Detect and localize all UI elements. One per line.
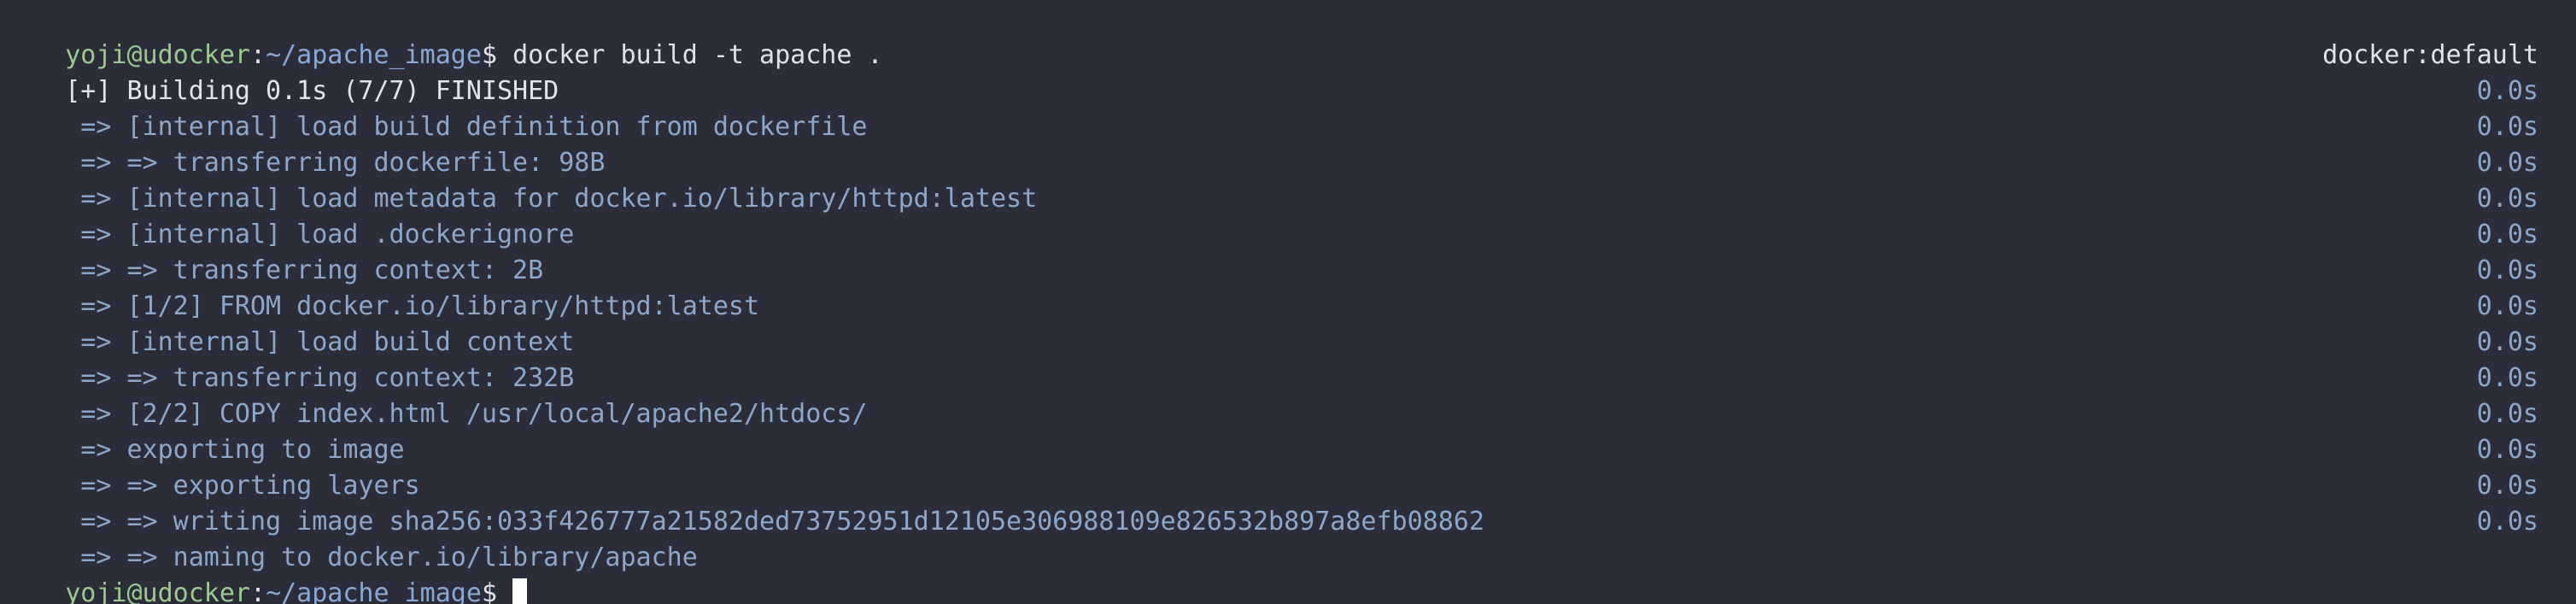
build-step-line: => exporting to image 0.0s xyxy=(0,396,2576,465)
prompt-user-host: yoji@udocker xyxy=(65,578,250,604)
build-step-time: 0.0s xyxy=(2476,76,2538,106)
build-step-line: => => transferring context: 232B 0.0s xyxy=(0,325,2576,393)
prompt-separator: : xyxy=(250,578,266,604)
build-step-line: => [2/2] COPY index.html /usr/local/apac… xyxy=(0,361,2576,429)
build-step-line: => [internal] load build definition from… xyxy=(0,73,2576,142)
build-step-line: => => transferring dockerfile: 98B 0.0s xyxy=(0,109,2576,178)
build-step-time: 0.0s xyxy=(2476,255,2538,285)
build-step-time: 0.0s xyxy=(2476,471,2538,501)
build-step-time: 0.0s xyxy=(2476,220,2538,249)
active-prompt-line[interactable]: yoji@udocker:~/apache_image$ xyxy=(0,540,2576,604)
build-step-time: 0.0s xyxy=(2476,435,2538,465)
build-step-line: => => writing image sha256:033f426777a21… xyxy=(0,468,2576,537)
build-step-time: 0.0s xyxy=(2476,363,2538,393)
build-step-line: => [internal] load metadata for docker.i… xyxy=(0,145,2576,214)
build-step-line: => => transferring context: 2B 0.0s xyxy=(0,217,2576,285)
command-line: yoji@udocker:~/apache_image$ docker buil… xyxy=(0,2,2576,70)
build-step-line: => [1/2] FROM docker.io/library/httpd:la… xyxy=(0,253,2576,321)
prompt-path: ~/apache_image xyxy=(266,578,482,604)
build-context: docker:default xyxy=(2322,40,2538,70)
build-status-line: [+] Building 0.1s (7/7) FINISHED docker:… xyxy=(0,38,2576,106)
build-step-time: 0.0s xyxy=(2476,399,2538,429)
prompt-symbol: $ xyxy=(481,578,497,604)
build-step-time: 0.0s xyxy=(2476,184,2538,214)
build-step-line: => [internal] load build context 0.0s xyxy=(0,289,2576,357)
build-step-time: 0.0s xyxy=(2476,291,2538,321)
build-step-time: 0.0s xyxy=(2476,148,2538,178)
build-step-line: => [internal] load .dockerignore 0.0s xyxy=(0,181,2576,249)
terminal-window[interactable]: yoji@udocker:~/apache_image$ docker buil… xyxy=(0,0,2576,604)
text-cursor[interactable] xyxy=(512,578,527,604)
build-step-time: 0.0s xyxy=(2476,327,2538,357)
build-step-line: => => naming to docker.io/library/apache… xyxy=(0,504,2576,572)
build-step-line: => => exporting layers 0.0s xyxy=(0,432,2576,501)
build-step-time: 0.0s xyxy=(2476,507,2538,537)
build-step-time: 0.0s xyxy=(2476,112,2538,142)
